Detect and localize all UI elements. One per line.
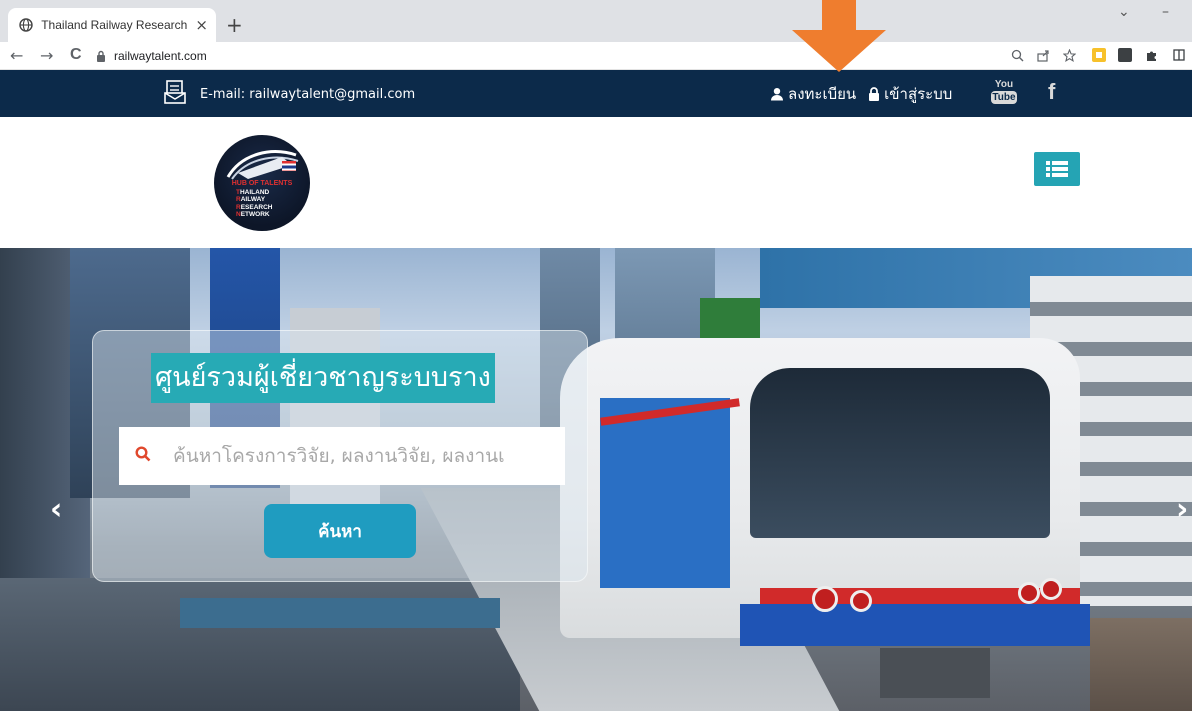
list-icon [1046,161,1068,177]
login-link[interactable]: เข้าสู่ระบบ [868,82,952,106]
register-label: ลงทะเบียน [788,85,857,103]
address-bar: ← → C railwaytalent.com [0,42,1192,70]
reload-button[interactable]: C [70,46,82,64]
url-text: railwaytalent.com [114,49,207,63]
lock-icon [96,47,106,66]
search-button[interactable]: ค้นหา [264,504,416,558]
register-link[interactable]: ลงทะเบียน [770,82,856,106]
logo-word: RAILWAY [236,196,266,204]
zoom-icon[interactable] [1010,48,1024,62]
tab-close-icon[interactable]: × [195,16,208,34]
mail-document-icon [164,80,186,108]
tab-title: Thailand Railway Research Netw [41,18,191,32]
contact-email: E-mail: railwaytalent@gmail.com [164,80,415,108]
hero-carousel: ศูนย์รวมผู้เชี่ยวชาญระบบราง ค้นหา ‹ › [0,248,1192,711]
login-label: เข้าสู่ระบบ [884,85,953,103]
hero-title: ศูนย์รวมผู้เชี่ยวชาญระบบราง [151,353,495,403]
share-icon[interactable] [1036,48,1050,62]
facebook-icon[interactable]: f [1048,79,1055,105]
forward-button[interactable]: → [40,46,53,65]
browser-tab-strip: Thailand Railway Research Netw × + ⌄ – [0,0,1192,42]
account-links: ลงทะเบียน เข้าสู่ระบบ [770,82,964,106]
search-card: ศูนย์รวมผู้เชี่ยวชาญระบบราง ค้นหา [92,330,588,582]
logo-title: HUB OF TALENTS [231,180,293,187]
prev-slide-icon[interactable]: ‹ [50,492,62,527]
train-icon [226,150,299,180]
search-box[interactable] [119,427,565,485]
annotation-arrow [792,0,886,72]
youtube-icon[interactable]: You Tube [991,79,1017,104]
user-icon [771,88,783,101]
extension-badge-icon[interactable] [1092,48,1106,62]
youtube-top: You [994,79,1014,90]
search-icon [135,446,151,466]
browser-tab[interactable]: Thailand Railway Research Netw × [8,8,216,42]
next-slide-icon[interactable]: › [1176,492,1188,527]
site-topbar: E-mail: railwaytalent@gmail.com ลงทะเบีย… [0,70,1192,117]
site-logo[interactable]: HUB OF TALENTS THAILAND RAILWAY RESEARCH… [214,135,310,231]
extension-icon[interactable] [1118,48,1132,62]
back-button[interactable]: ← [10,46,23,65]
email-text: E-mail: railwaytalent@gmail.com [200,86,416,102]
logo-word: NETWORK [236,210,270,218]
globe-icon [18,17,33,33]
logo-words: THAILAND RAILWAY RESEARCH NETWORK [236,189,296,218]
lock-icon [869,87,880,101]
youtube-bottom: Tube [991,91,1017,104]
logo-word: THAILAND [236,189,270,196]
site-header: HUB OF TALENTS THAILAND RAILWAY RESEARCH… [0,117,1192,248]
chevron-down-icon[interactable]: ⌄ [1118,4,1130,20]
star-icon[interactable] [1062,48,1076,62]
menu-button[interactable] [1034,152,1080,186]
logo-word: RESEARCH [236,203,273,211]
minimize-button[interactable]: – [1162,4,1169,20]
sidebar-icon[interactable] [1172,48,1186,62]
puzzle-icon[interactable] [1144,48,1158,62]
search-input[interactable] [173,445,563,467]
new-tab-button[interactable]: + [226,13,243,37]
